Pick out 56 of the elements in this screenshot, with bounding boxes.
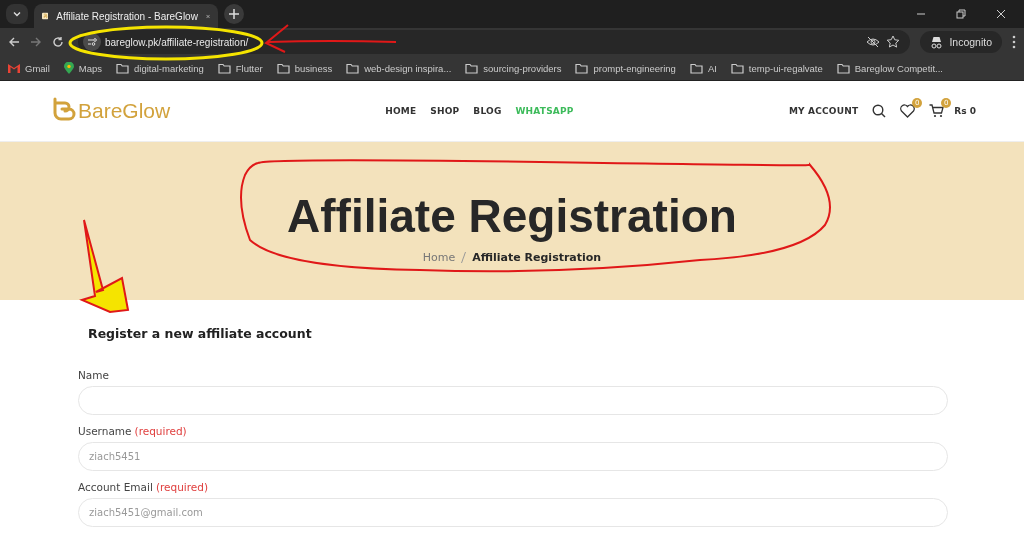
folder-icon xyxy=(836,62,850,74)
restore-icon[interactable] xyxy=(956,9,966,19)
bookmark[interactable]: temp-ui-regalvate xyxy=(730,62,823,74)
folder-icon xyxy=(116,62,130,74)
star-icon[interactable] xyxy=(886,35,901,49)
bookmark[interactable]: web-design inspira... xyxy=(346,62,452,74)
folder-icon xyxy=(689,62,703,74)
incognito-button[interactable]: Incognito xyxy=(920,31,1002,53)
field-label: Name xyxy=(78,369,110,381)
field-label: Account Email (required) xyxy=(78,481,210,493)
map-pin-icon xyxy=(63,62,74,74)
heart-icon[interactable] xyxy=(900,104,916,118)
browser-tab[interactable]: Affiliate Registration - BareGlow xyxy=(34,4,218,28)
cart-total: Rs 0 xyxy=(954,106,976,116)
address-bar[interactable]: bareglow.pk/affiliate-registration/ xyxy=(78,30,911,54)
tab-search-button[interactable] xyxy=(6,4,28,24)
folder-icon xyxy=(346,62,360,74)
folder-icon xyxy=(465,62,479,74)
cart-icon[interactable] xyxy=(929,104,945,118)
bookmark[interactable]: digital-marketing xyxy=(116,62,204,74)
menu-icon[interactable] xyxy=(1012,35,1016,49)
close-window-icon[interactable] xyxy=(996,9,1006,19)
breadcrumb-current: Affiliate Registration xyxy=(472,250,602,264)
folder-icon xyxy=(276,62,290,74)
bookmark[interactable]: AI xyxy=(689,62,717,74)
tab-title: Affiliate Registration - BareGlow xyxy=(56,10,198,22)
eye-slash-icon[interactable] xyxy=(866,35,881,49)
bookmark[interactable]: business xyxy=(276,62,333,74)
form-heading: Register a new affiliate account xyxy=(88,326,313,341)
url-text: bareglow.pk/affiliate-registration/ xyxy=(105,36,249,48)
bookmark[interactable]: Flutter xyxy=(217,62,263,74)
breadcrumb-link[interactable]: Home xyxy=(422,250,456,264)
chevron-down-icon xyxy=(12,9,22,19)
folder-icon xyxy=(217,62,231,74)
nav-link[interactable]: SHOP xyxy=(430,106,460,116)
folder-icon xyxy=(730,62,744,74)
reload-icon[interactable] xyxy=(52,36,64,48)
input-field[interactable] xyxy=(78,386,948,415)
incognito-icon xyxy=(930,35,944,49)
nav-link[interactable]: HOME xyxy=(385,106,417,116)
account-link[interactable]: MY ACCOUNT xyxy=(788,106,859,116)
mail-icon xyxy=(8,63,20,73)
search-icon[interactable] xyxy=(872,104,887,118)
bookmark[interactable]: Maps xyxy=(63,62,103,74)
bookmark[interactable]: Gmail xyxy=(8,62,50,74)
bookmark[interactable]: prompt-engineering xyxy=(575,62,676,74)
back-icon[interactable] xyxy=(8,36,20,48)
field-label: Username (required) xyxy=(78,425,188,437)
new-tab-icon[interactable] xyxy=(224,4,244,24)
nav-link[interactable]: BLOG xyxy=(473,106,502,116)
folder-icon xyxy=(575,62,589,74)
page-title: Affiliate Registration xyxy=(287,188,737,243)
bookmark[interactable]: sourcing-providers xyxy=(465,62,562,74)
bookmark[interactable]: Bareglow Competit... xyxy=(836,62,943,74)
forward-icon[interactable] xyxy=(30,36,42,48)
site-info-icon[interactable] xyxy=(83,33,101,51)
